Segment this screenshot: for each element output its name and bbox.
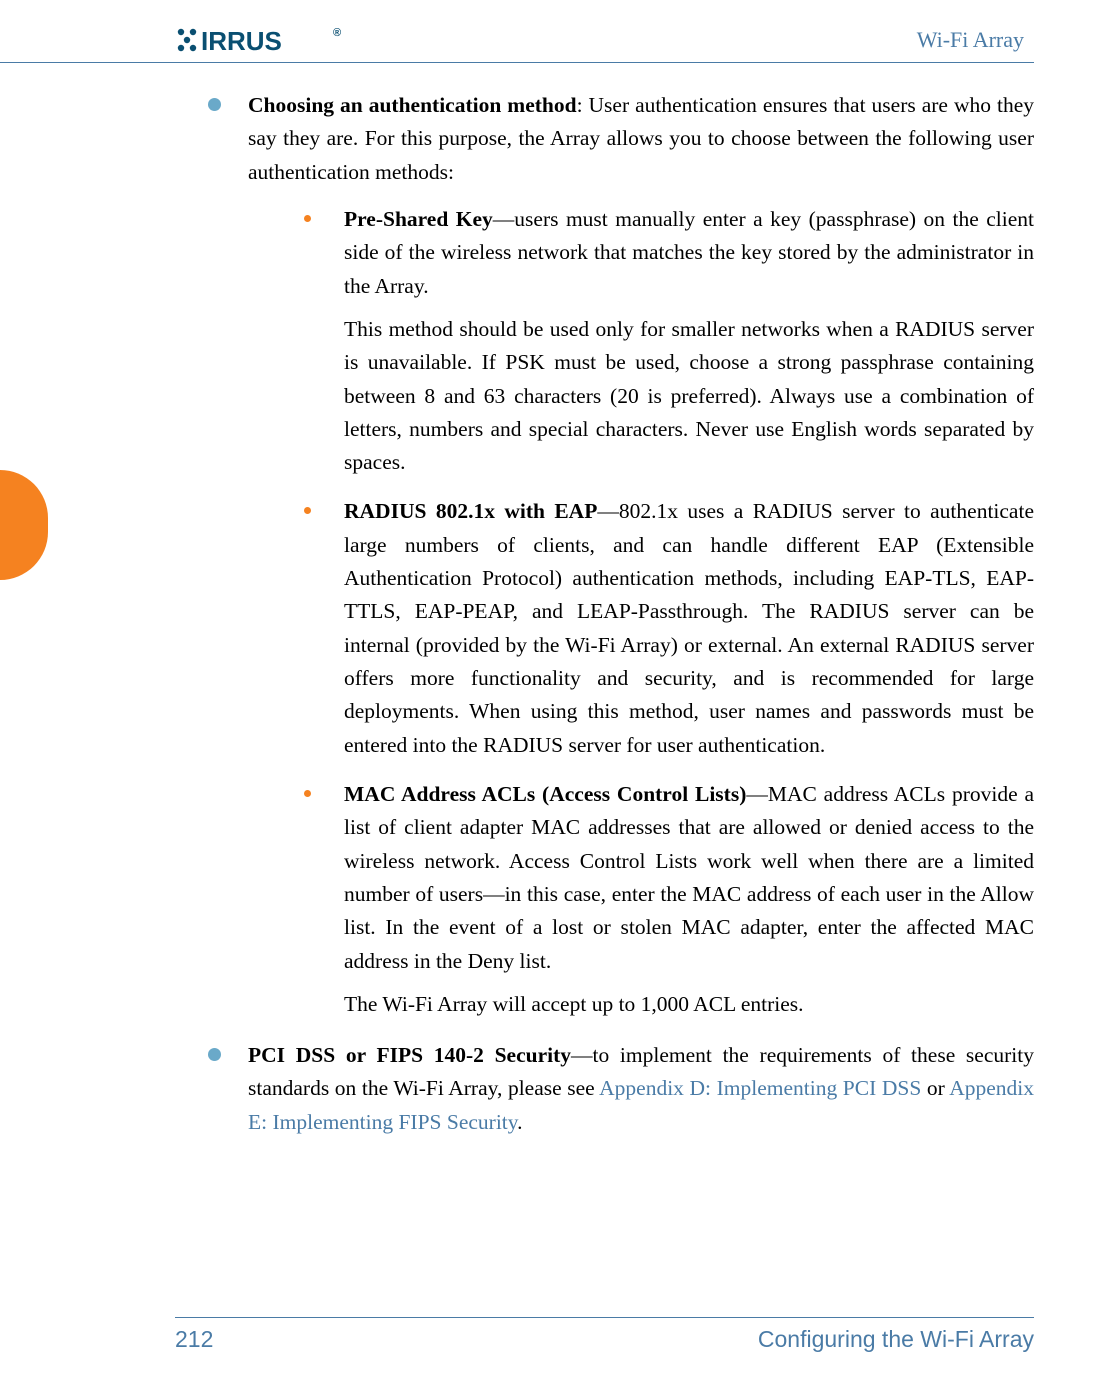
sub-text: —MAC address ACLs provide a list of clie…	[344, 782, 1034, 973]
xirrus-logo: IRRUS ®	[175, 24, 345, 56]
item-title: Choosing an authentication method	[248, 93, 577, 117]
list-item-auth-method: Choosing an authentication method: User …	[200, 89, 1034, 1021]
bullet-icon	[304, 507, 311, 514]
item-text-mid: or	[921, 1076, 949, 1100]
page-header: IRRUS ® Wi-Fi Array	[0, 24, 1034, 63]
svg-text:®: ®	[333, 27, 342, 39]
sub-title: RADIUS 802.1x with EAP	[344, 499, 597, 523]
list-item-pci-fips: PCI DSS or FIPS 140-2 Security—to implem…	[200, 1039, 1034, 1139]
page-number: 212	[175, 1326, 213, 1353]
sub-item-mac-acl: MAC Address ACLs (Access Control Lists)—…	[248, 778, 1034, 1021]
item-title: PCI DSS or FIPS 140-2 Security	[248, 1043, 571, 1067]
sub-text-extra: The Wi-Fi Array will accept up to 1,000 …	[344, 988, 1034, 1021]
sub-text: —802.1x uses a RADIUS server to authenti…	[344, 499, 1034, 756]
link-appendix-d[interactable]: Appendix D: Implementing PCI DSS	[599, 1076, 921, 1100]
body-content: Choosing an authentication method: User …	[0, 89, 1034, 1139]
sub-item-radius: RADIUS 802.1x with EAP—802.1x uses a RAD…	[248, 495, 1034, 762]
bullet-icon	[304, 790, 311, 797]
bullet-icon	[304, 215, 311, 222]
item-text-after: .	[517, 1110, 522, 1134]
sub-item-psk: Pre-Shared Key—users must manually enter…	[248, 203, 1034, 480]
footer-section-title: Configuring the Wi-Fi Array	[758, 1326, 1034, 1353]
page-footer: 212 Configuring the Wi-Fi Array	[175, 1317, 1034, 1353]
svg-text:IRRUS: IRRUS	[201, 26, 282, 56]
sub-title: Pre-Shared Key	[344, 207, 493, 231]
bullet-icon	[208, 1048, 221, 1061]
sub-text-extra: This method should be used only for smal…	[344, 313, 1034, 480]
header-product-name: Wi-Fi Array	[917, 27, 1024, 53]
bullet-icon	[208, 98, 221, 111]
sub-title: MAC Address ACLs (Access Control Lists)	[344, 782, 746, 806]
